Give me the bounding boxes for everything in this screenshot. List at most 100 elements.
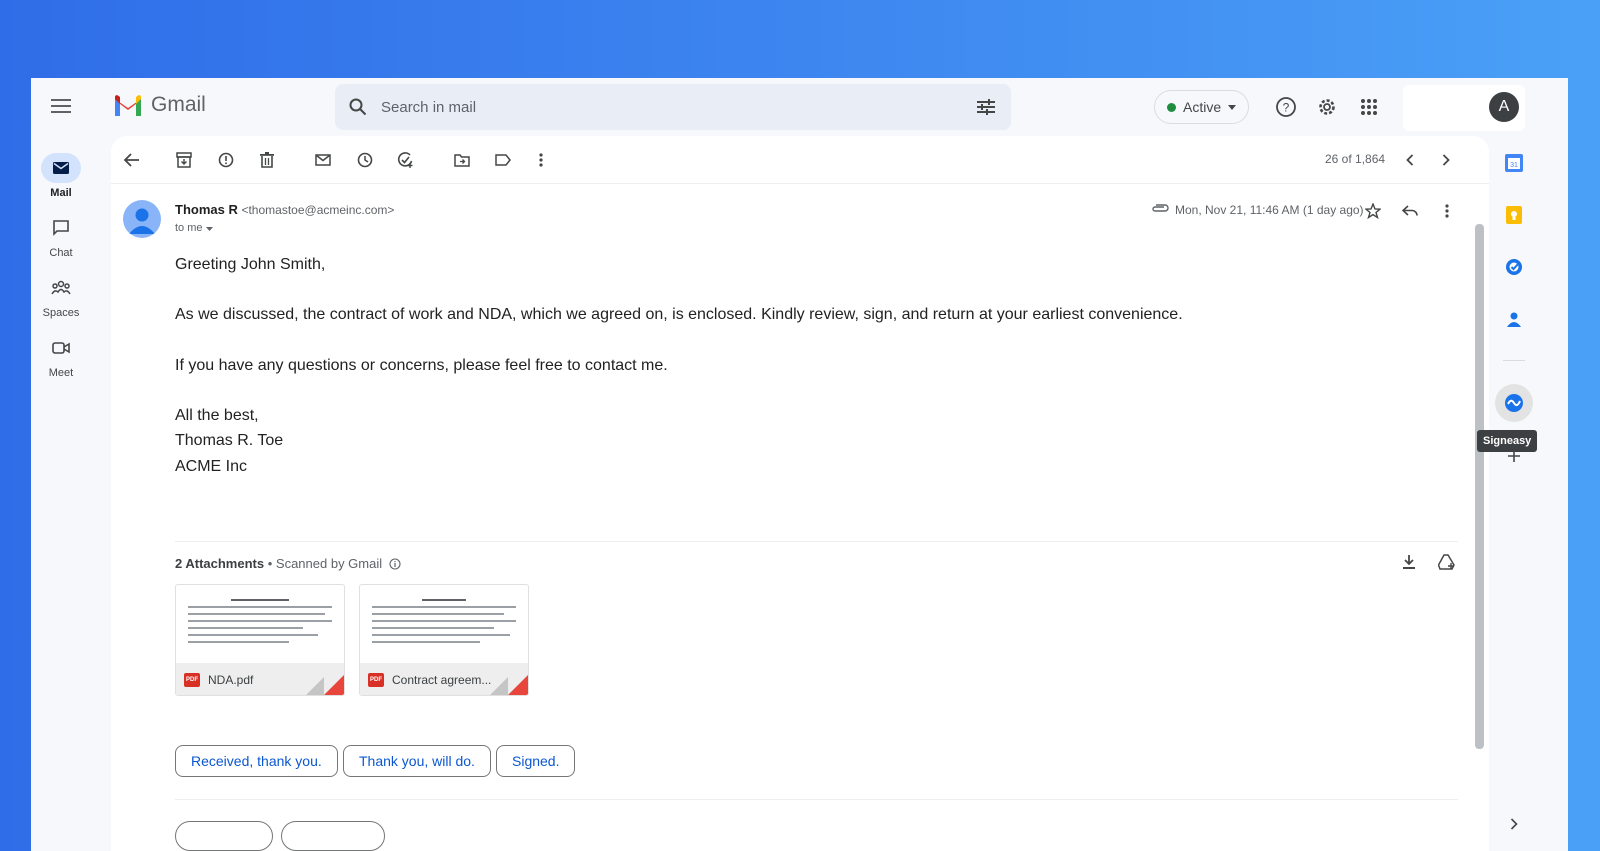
gmail-m-icon [115,95,141,116]
status-dropdown[interactable]: Active [1154,90,1250,124]
nav-item-meet[interactable]: Meet [31,333,91,379]
status-dot [1167,102,1176,112]
search-options-icon[interactable] [961,99,1011,115]
nav-item-chat[interactable]: Chat [31,213,91,259]
reply-divider [175,799,1458,800]
tasks-icon[interactable] [1501,254,1527,280]
chat-icon [41,213,81,243]
smart-reply-received[interactable]: Received, thank you. [175,745,338,777]
expand-side-panel-chevron-icon[interactable] [1501,811,1527,837]
nav-label-mail: Mail [50,187,72,199]
main-menu-button[interactable] [47,92,75,120]
apps-grid-icon[interactable] [1356,94,1382,120]
hamburger-icon [51,99,71,113]
back-arrow-icon[interactable] [120,148,144,172]
attachment-filename: NDA.pdf [208,673,254,687]
pdf-corner-shape [508,675,528,695]
scrollbar-thumb[interactable] [1475,224,1484,749]
next-message-chevron-icon[interactable] [1434,148,1458,172]
nav-label-spaces: Spaces [42,307,80,319]
settings-gear-icon[interactable] [1314,94,1340,120]
delete-trash-icon[interactable] [255,148,279,172]
gmail-window: Gmail Active ? A Mail Chat [31,78,1568,851]
message-date: Mon, Nov 21, 11:46 AM (1 day ago) [1175,203,1364,217]
person-icon [129,208,155,234]
body-paragraph-1: As we discussed, the contract of work an… [175,306,1183,323]
mail-icon [41,153,81,183]
help-icon[interactable]: ? [1273,94,1299,120]
info-icon[interactable] [389,558,401,570]
download-all-icon[interactable] [1397,550,1421,574]
message-more-vert-icon[interactable] [1435,199,1459,223]
to-me-label: to me [175,222,203,234]
signeasy-icon [1505,394,1523,412]
app-name: Gmail [151,93,206,116]
mark-unread-icon[interactable] [311,148,335,172]
sender-name[interactable]: Thomas R [175,202,238,217]
search-icon[interactable] [335,98,381,116]
nav-label-chat: Chat [49,247,73,259]
page-fold-shape [306,677,324,695]
gmail-logo[interactable]: Gmail [113,93,206,117]
nav-label-meet: Meet [48,367,74,379]
pdf-file-icon: PDF [184,673,200,687]
attachment-preview [176,585,344,663]
side-panel-divider [1503,360,1525,361]
signature-company: ACME Inc [175,458,248,475]
reply-arrow-icon[interactable] [1398,199,1422,223]
add-task-icon[interactable] [394,148,418,172]
previous-message-chevron-icon[interactable] [1398,148,1422,172]
meet-icon [41,333,81,363]
scanned-by-gmail-label: Scanned by Gmail [275,556,383,571]
calendar-icon[interactable]: 31 [1501,150,1527,176]
account-avatar[interactable]: A [1489,92,1519,122]
search-bar[interactable] [335,84,1011,130]
pdf-file-icon: PDF [368,673,384,687]
move-to-folder-icon[interactable] [450,148,474,172]
sender-line: Thomas R <thomastoe@acmeinc.com> [175,202,394,217]
body-paragraph-2: If you have any questions or concerns, p… [175,357,668,374]
spaces-icon [41,273,81,303]
snooze-clock-icon[interactable] [353,148,377,172]
contacts-icon[interactable] [1501,306,1527,332]
attachments-divider [175,541,1458,542]
svg-text:?: ? [1283,101,1290,115]
message-count: 26 of 1,864 [1325,152,1386,166]
archive-icon[interactable] [172,148,196,172]
more-vert-icon[interactable] [529,148,553,172]
smart-reply-will-do[interactable]: Thank you, will do. [343,745,491,777]
label-tag-icon[interactable] [491,148,515,172]
chevron-down-icon [205,227,213,231]
message-panel: 26 of 1,864 Thomas R <thomastoe@acmeinc.… [111,136,1489,851]
star-icon[interactable] [1361,199,1385,223]
attachment-preview [360,585,528,663]
message-toolbar: 26 of 1,864 [111,136,1489,184]
sender-avatar[interactable] [123,200,161,238]
closing-text: All the best, [175,407,259,424]
smart-reply-signed[interactable]: Signed. [496,745,576,777]
recipient-details-toggle[interactable]: to me [175,222,213,234]
keep-icon[interactable] [1501,202,1527,228]
chevron-down-icon [1228,104,1237,110]
signature-name: Thomas R. Toe [175,432,284,449]
forward-button[interactable] [281,821,385,851]
reply-button[interactable] [175,821,273,851]
attachment-card-nda[interactable]: PDF NDA.pdf [175,584,345,696]
add-addon-plus-icon[interactable] [1501,443,1527,469]
attachment-clip-icon [1151,200,1169,218]
attachment-filename: Contract agreem... [392,673,492,687]
report-spam-icon[interactable] [214,148,238,172]
nav-item-spaces[interactable]: Spaces [31,273,91,319]
add-to-drive-icon[interactable] [1435,550,1459,574]
attachments-header: 2 Attachments • Scanned by Gmail [175,556,401,571]
status-label: Active [1183,99,1222,115]
attachment-card-contract[interactable]: PDF Contract agreem... [359,584,529,696]
pdf-corner-shape [324,675,344,695]
page-fold-shape [490,677,508,695]
svg-text:31: 31 [1510,162,1518,169]
signeasy-addon-button[interactable] [1495,384,1533,422]
nav-item-mail[interactable]: Mail [31,153,91,199]
sender-email: <thomastoe@acmeinc.com> [241,203,395,217]
search-input[interactable] [381,98,961,116]
greeting-text: Greeting John Smith, [175,256,326,273]
